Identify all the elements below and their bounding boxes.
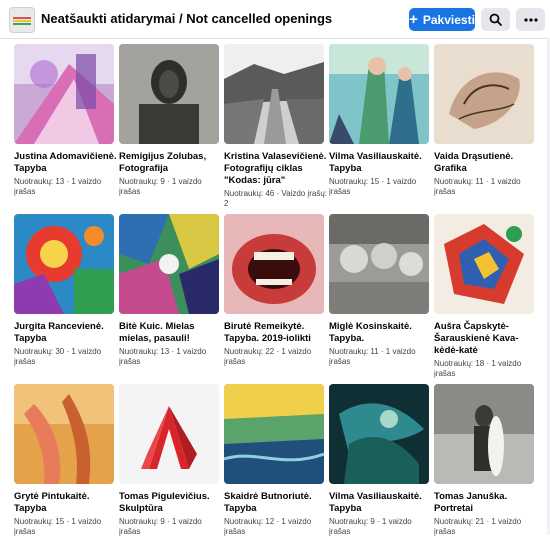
album-meta: Nuotraukų: 11 · 1 vaizdo įrašas <box>329 347 416 366</box>
album-title[interactable]: Tomas Januška. Portretai <box>434 491 538 515</box>
album-title[interactable]: Tomas Pigulevičius. Skulptūra <box>119 491 223 515</box>
invite-button-label: Pakviesti <box>422 12 475 27</box>
album-meta: Nuotraukų: 30 · 1 vaizdo įrašas <box>14 347 102 366</box>
album-title[interactable]: Remigijus Zolubas, Fotografija <box>119 151 223 175</box>
album-thumbnail[interactable] <box>119 384 219 484</box>
album-thumbnail[interactable] <box>224 44 324 144</box>
album-title[interactable]: Aušra Čapskytė-Šarauskienė Kava-kėdė-kat… <box>434 321 538 357</box>
album-title[interactable]: Skaidrė Butnoriutė. Tapyba <box>224 491 328 515</box>
album-meta: Nuotraukų: 11 · 1 vaizdo įrašas <box>434 177 521 196</box>
album-thumbnail[interactable] <box>329 214 429 314</box>
search-icon <box>489 13 502 26</box>
album-meta: Nuotraukų: 22 · 1 vaizdo įrašas <box>224 347 312 366</box>
group-header-bar: Neatšaukti atidarymai / Not cancelled op… <box>0 0 550 39</box>
album-title[interactable]: Kristina Valasevičienė. Fotografijų cikl… <box>224 151 328 187</box>
album-meta: Nuotraukų: 9 · 1 vaizdo įrašas <box>119 517 202 536</box>
album-title[interactable]: Vilma Vasiliauskaitė. Tapyba <box>329 151 433 175</box>
album-thumbnail[interactable] <box>434 214 534 314</box>
album-meta: Nuotraukų: 9 · 1 vaizdo įrašas <box>119 177 202 196</box>
album-thumbnail[interactable] <box>14 214 114 314</box>
album-meta: Nuotraukų: 12 · 1 vaizdo įrašas <box>224 517 312 536</box>
album-thumbnail[interactable] <box>14 44 114 144</box>
album-thumbnail[interactable] <box>224 384 324 484</box>
album-title[interactable]: Birutė Remeikytė. Tapyba. 2019-iolikti <box>224 321 328 345</box>
album-title[interactable]: Grytė Pintukaitė. Tapyba <box>14 491 118 515</box>
more-icon <box>523 17 538 22</box>
group-title[interactable]: Neatšaukti atidarymai / Not cancelled op… <box>41 11 332 26</box>
album-meta: Nuotraukų: 13 · 1 vaizdo įrašas <box>14 177 102 196</box>
album-thumbnail[interactable] <box>329 44 429 144</box>
album-meta: Nuotraukų: 21 · 1 vaizdo įrašas <box>434 517 522 536</box>
album-meta: Nuotraukų: 13 · 1 vaizdo įrašas <box>119 347 207 366</box>
album-thumbnail[interactable] <box>119 44 219 144</box>
album-thumbnail[interactable] <box>434 44 534 144</box>
album-title[interactable]: Vaida Drąsutienė. Grafika <box>434 151 538 175</box>
album-thumbnail[interactable] <box>119 214 219 314</box>
album-title[interactable]: Vilma Vasiliauskaitė. Tapyba <box>329 491 433 515</box>
album-thumbnail[interactable] <box>329 384 429 484</box>
invite-button[interactable]: + Pakviesti <box>409 8 475 31</box>
album-thumbnail[interactable] <box>14 384 114 484</box>
album-title[interactable]: Justina Adomavičienė. Tapyba <box>14 151 118 175</box>
album-meta: Nuotraukų: 18 · 1 vaizdo įrašas <box>434 359 522 378</box>
album-title[interactable]: Jurgita Rancevienė. Tapyba <box>14 321 118 345</box>
search-button[interactable] <box>481 8 510 31</box>
group-logo-icon[interactable] <box>9 7 35 33</box>
album-meta: Nuotraukų: 9 · 1 vaizdo įrašas <box>329 517 412 536</box>
album-thumbnail[interactable] <box>434 384 534 484</box>
album-thumbnail[interactable] <box>224 214 324 314</box>
album-meta: Nuotraukų: 15 · 1 vaizdo įrašas <box>329 177 417 196</box>
more-options-button[interactable] <box>516 8 545 31</box>
album-meta: Nuotraukų: 15 · 1 vaizdo įrašas <box>14 517 102 536</box>
album-meta: Nuotraukų: 46 · Vaizdo įrašų: 2 <box>224 189 328 208</box>
plus-icon: + <box>409 11 418 28</box>
album-title[interactable]: Bitė Kuic. Mielas mielas, pasauli! <box>119 321 223 345</box>
album-title[interactable]: Miglė Kosinskaitė. Tapyba. <box>329 321 433 345</box>
